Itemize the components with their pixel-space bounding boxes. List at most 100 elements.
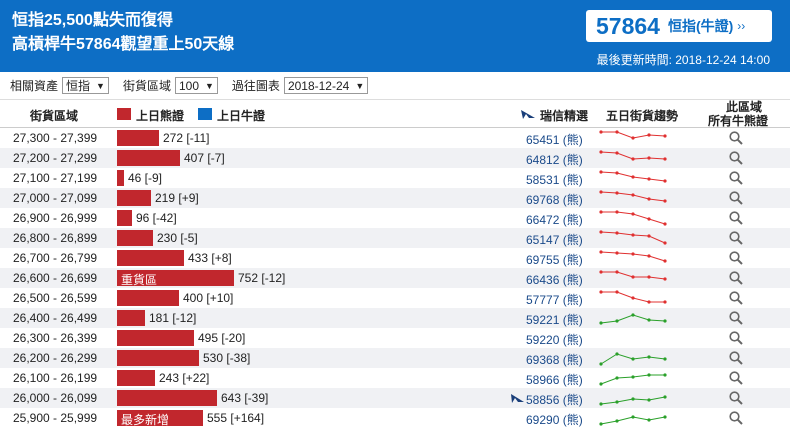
search-icon[interactable] <box>728 130 744 146</box>
chevron-right-icon: ›› <box>737 19 746 33</box>
bear-bar <box>117 170 124 186</box>
trend-point <box>599 150 603 154</box>
bar-value-label: 272 [-11] <box>163 131 210 145</box>
trend-point <box>631 296 635 300</box>
warrant-code-link[interactable]: 69768 (熊) <box>526 191 590 208</box>
range-cell: 26,800 - 26,899 <box>13 231 98 245</box>
trend-point <box>615 290 619 294</box>
range-cell: 26,500 - 26,599 <box>13 291 98 305</box>
dropdown-arrow-icon: ▼ <box>205 80 214 91</box>
warrant-code-link[interactable]: 57777 (熊) <box>526 291 590 308</box>
bear-legend-label: 上日熊證 <box>136 109 185 123</box>
warrant-code-link[interactable]: 58966 (熊) <box>526 371 590 388</box>
table-row: 26,100 - 26,199 243 [+22] 58966 (熊) <box>0 368 790 388</box>
search-icon[interactable] <box>728 330 744 346</box>
trend-point <box>647 133 651 137</box>
trend-point <box>631 415 635 419</box>
trend-point <box>631 397 635 401</box>
bar-value-label: 230 [-5] <box>157 231 198 245</box>
trend-point <box>615 171 619 175</box>
search-icon[interactable] <box>728 170 744 186</box>
warrant-code-link[interactable]: 66436 (熊) <box>526 271 590 288</box>
trend-point <box>631 157 635 161</box>
trend-point <box>663 179 667 183</box>
history-date-select[interactable]: 2018-12-24 ▼ <box>283 77 369 94</box>
trend-point <box>647 234 651 238</box>
zone-label: 街貨區域 <box>122 79 171 93</box>
trend-point <box>599 321 603 325</box>
search-icon[interactable] <box>728 390 744 406</box>
trend-point <box>631 252 635 256</box>
warrant-code-link[interactable]: 65451 (熊) <box>526 131 590 148</box>
table-row: 27,300 - 27,399 272 [-11] 65451 (熊) <box>0 128 790 148</box>
range-cell: 27,200 - 27,299 <box>13 151 98 165</box>
trend-point <box>663 357 667 361</box>
five-day-trend-sparkline <box>599 190 667 203</box>
warrant-code-link[interactable]: 58531 (熊) <box>526 171 590 188</box>
trend-point <box>647 418 651 422</box>
range-cell: 27,300 - 27,399 <box>13 131 98 145</box>
search-icon[interactable] <box>728 370 744 386</box>
headline[interactable]: 恒指25,500點失而復得 高槓桿牛57864觀望重上50天線 <box>12 9 234 57</box>
bear-bar <box>117 330 194 346</box>
range-cell: 26,100 - 26,199 <box>13 371 98 385</box>
asset-select[interactable]: 恒指 ▼ <box>62 77 109 94</box>
search-icon[interactable] <box>728 350 744 366</box>
trend-point <box>663 415 667 419</box>
trend-point <box>663 319 667 323</box>
bear-bar <box>117 210 132 226</box>
trend-point <box>663 199 667 203</box>
bar-value-label: 400 [+10] <box>183 291 234 305</box>
bar-tag: 重貨區 <box>121 273 158 287</box>
featured-warrant-button[interactable]: 57864 恒指(牛證) ›› <box>586 10 772 42</box>
table-row: 25,900 - 25,999 最多新增 555 [+164] 69290 (熊) <box>0 408 790 428</box>
bar-tag: 最多新增 <box>121 413 170 427</box>
warrant-code-link[interactable]: 59220 (熊) <box>526 331 590 348</box>
warrant-code-link[interactable]: 69368 (熊) <box>526 351 590 368</box>
warrant-code-link[interactable]: 69755 (熊) <box>526 251 590 268</box>
search-icon[interactable] <box>728 250 744 266</box>
trend-point <box>615 319 619 323</box>
headline-line2[interactable]: 高槓桿牛57864觀望重上50天線 <box>12 33 234 57</box>
range-cell: 25,900 - 25,999 <box>13 411 98 425</box>
trend-point <box>631 313 635 317</box>
range-cell: 27,000 - 27,099 <box>13 191 98 205</box>
five-day-trend-sparkline <box>599 290 667 304</box>
search-icon[interactable] <box>728 290 744 306</box>
column-all-line1: 此區域 <box>726 100 763 114</box>
warrant-code-link[interactable]: 66472 (熊) <box>526 211 590 228</box>
bear-legend-swatch <box>117 108 131 120</box>
warrant-code-link[interactable]: 69290 (熊) <box>526 411 590 428</box>
search-icon[interactable] <box>728 410 744 426</box>
bar-value-label: 407 [-7] <box>184 151 225 165</box>
bar-value-label: 643 [-39] <box>221 391 269 405</box>
range-cell: 26,200 - 26,299 <box>13 351 98 365</box>
bear-bar <box>117 370 155 386</box>
warrant-code-link[interactable]: 58856 (熊) <box>526 391 590 408</box>
table-row: 27,000 - 27,099 219 [+9] 69768 (熊) <box>0 188 790 208</box>
five-day-trend-sparkline <box>599 210 667 226</box>
table-row: 27,200 - 27,299 407 [-7] 64812 (熊) <box>0 148 790 168</box>
search-icon[interactable] <box>728 210 744 226</box>
trend-point <box>615 400 619 404</box>
trend-point <box>615 191 619 195</box>
search-icon[interactable] <box>728 190 744 206</box>
search-icon[interactable] <box>728 230 744 246</box>
headline-line1[interactable]: 恒指25,500點失而復得 <box>12 9 234 33</box>
asset-select-value: 恒指 <box>66 79 91 93</box>
bear-bar <box>117 190 151 206</box>
warrant-code-link[interactable]: 64812 (熊) <box>526 151 590 168</box>
search-icon[interactable] <box>728 310 744 326</box>
zone-select[interactable]: 100 ▼ <box>174 77 218 94</box>
warrant-code-link[interactable]: 65147 (熊) <box>526 231 590 248</box>
trend-point <box>647 254 651 258</box>
trend-point <box>615 231 619 235</box>
search-icon[interactable] <box>728 270 744 286</box>
trend-point <box>599 382 603 386</box>
bull-legend-label: 上日牛證 <box>217 109 266 123</box>
column-all-warrants: 此區域 所有牛熊證 <box>708 100 768 128</box>
warrant-code-link[interactable]: 59221 (熊) <box>526 311 590 328</box>
trend-point <box>599 270 603 274</box>
table-row: 26,000 - 26,099 643 [-39] 58856 (熊) <box>0 388 790 408</box>
search-icon[interactable] <box>728 150 744 166</box>
